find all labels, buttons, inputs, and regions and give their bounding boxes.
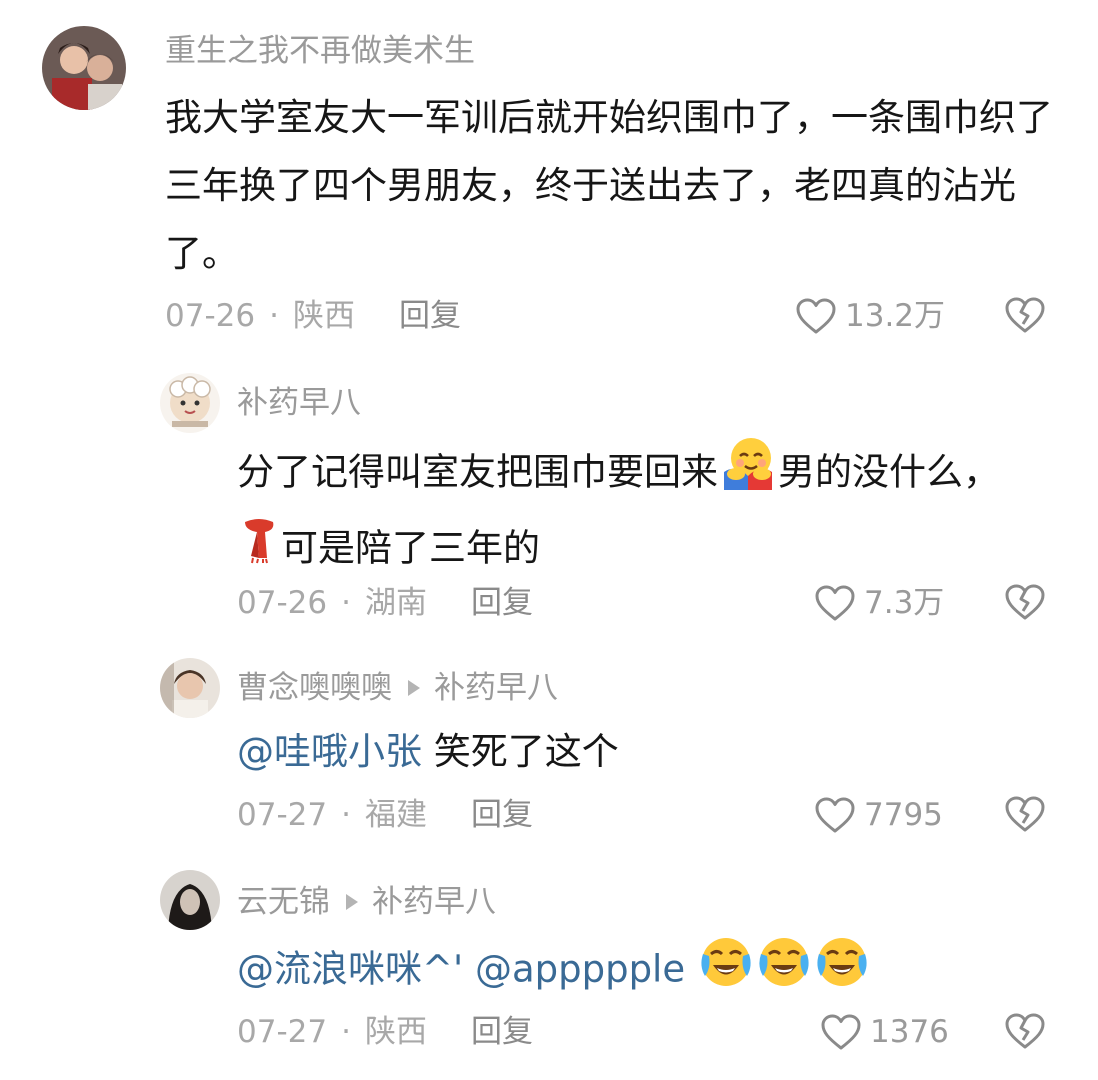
comment-1-reply-button[interactable]: 回复	[399, 298, 461, 334]
comment-4-reply-to[interactable]: 补药早八	[372, 882, 496, 922]
crying-laughing-face-icon	[813, 932, 871, 1010]
comment-2-text-part1: 分了记得叫室友把围巾要回来	[237, 450, 718, 494]
comment-1-text: 我大学室友大一军训后就开始织围巾了，一条围巾织了三年换了四个男朋友，终于送出去了…	[165, 96, 1053, 275]
comment-3-like-count: 7795	[864, 797, 943, 833]
comment-3-text-body: 笑死了这个	[433, 730, 619, 773]
comment-4-date: 07-27	[237, 1014, 328, 1050]
comment-2-username[interactable]: 补药早八	[237, 383, 361, 423]
comment-4-mention-1[interactable]: @流浪咪咪^'	[237, 948, 463, 991]
separator-dot: ·	[341, 1014, 351, 1050]
comment-2-like-button[interactable]: 7.3万	[814, 583, 944, 623]
comment-3-username[interactable]: 曹念噢噢噢	[237, 668, 392, 708]
reply-arrow-icon	[408, 680, 420, 696]
comment-4-dislike-button[interactable]	[1004, 1012, 1046, 1054]
comment-1-meta: 07-26 · 陕西 回复	[165, 296, 461, 336]
comment-2-location: 湖南	[364, 585, 427, 621]
comment-3-reply-to[interactable]: 补药早八	[434, 668, 558, 708]
reply-arrow-icon	[346, 894, 358, 910]
comment-3-dislike-button[interactable]	[1004, 795, 1046, 837]
comment-3-meta: 07-27 · 福建 回复	[237, 795, 533, 835]
separator-dot: ·	[341, 797, 351, 833]
avatar-3[interactable]	[160, 658, 220, 718]
comment-4-like-button[interactable]: 1376	[820, 1012, 949, 1052]
comment-3-date: 07-27	[237, 797, 328, 833]
comment-2-like-count: 7.3万	[864, 585, 945, 621]
comment-4-reply-button[interactable]: 回复	[471, 1014, 533, 1050]
broken-heart-icon	[1005, 297, 1045, 333]
comment-2-meta: 07-26 · 湖南 回复	[237, 583, 533, 623]
crying-laughing-face-icon	[697, 932, 755, 1010]
comment-1-dislike-button[interactable]	[1004, 296, 1046, 338]
separator-dot: ·	[269, 298, 279, 334]
comment-1-location: 陕西	[292, 298, 355, 334]
avatar-2[interactable]	[160, 373, 220, 433]
comment-3-like-button[interactable]: 7795	[814, 795, 943, 835]
comment-4-username[interactable]: 云无锦	[237, 882, 330, 922]
comment-4-mention-2[interactable]: @appppple	[475, 948, 685, 991]
scarf-emoji-icon	[237, 514, 281, 586]
hugging-face-emoji-icon	[718, 434, 778, 514]
comment-3-mention[interactable]: @哇哦小张	[237, 730, 422, 773]
comment-2-date: 07-26	[237, 585, 328, 621]
comment-4-like-count: 1376	[870, 1014, 949, 1050]
comment-4-meta: 07-27 · 陕西 回复	[237, 1012, 533, 1052]
comment-2-text-part2: 男的没什么，	[778, 450, 1000, 494]
comment-4-header: 云无锦 补药早八	[237, 882, 496, 922]
comment-4-text: @流浪咪咪^' @appppple	[237, 932, 1077, 1010]
avatar-4[interactable]	[160, 870, 220, 930]
broken-heart-icon	[1005, 1013, 1045, 1049]
crying-laughing-face-icon	[755, 932, 813, 1010]
comment-2-text: 分了记得叫室友把围巾要回来 男的没什么， 可是陪了三年的	[237, 434, 1057, 586]
comment-1-like-count: 13.2万	[845, 298, 946, 334]
avatar-1[interactable]	[42, 26, 126, 110]
comment-4-location: 陕西	[364, 1014, 427, 1050]
broken-heart-icon	[1005, 584, 1045, 620]
comment-3-reply-button[interactable]: 回复	[471, 797, 533, 833]
comment-2-reply-button[interactable]: 回复	[471, 585, 533, 621]
comment-2-dislike-button[interactable]	[1004, 583, 1046, 625]
heart-icon	[815, 797, 855, 833]
heart-icon	[821, 1014, 861, 1050]
broken-heart-icon	[1005, 796, 1045, 832]
comment-3-location: 福建	[364, 797, 427, 833]
comment-3-header: 曹念噢噢噢 补药早八	[237, 668, 558, 708]
comment-1-username[interactable]: 重生之我不再做美术生	[165, 31, 475, 71]
comment-2-text-part3: 可是陪了三年的	[281, 526, 540, 570]
heart-icon	[815, 585, 855, 621]
comment-1-date: 07-26	[165, 298, 256, 334]
separator-dot: ·	[341, 585, 351, 621]
heart-icon	[796, 298, 836, 334]
comment-1-like-button[interactable]: 13.2万	[795, 296, 945, 336]
comment-3-text: @哇哦小张 笑死了这个	[237, 718, 1057, 786]
